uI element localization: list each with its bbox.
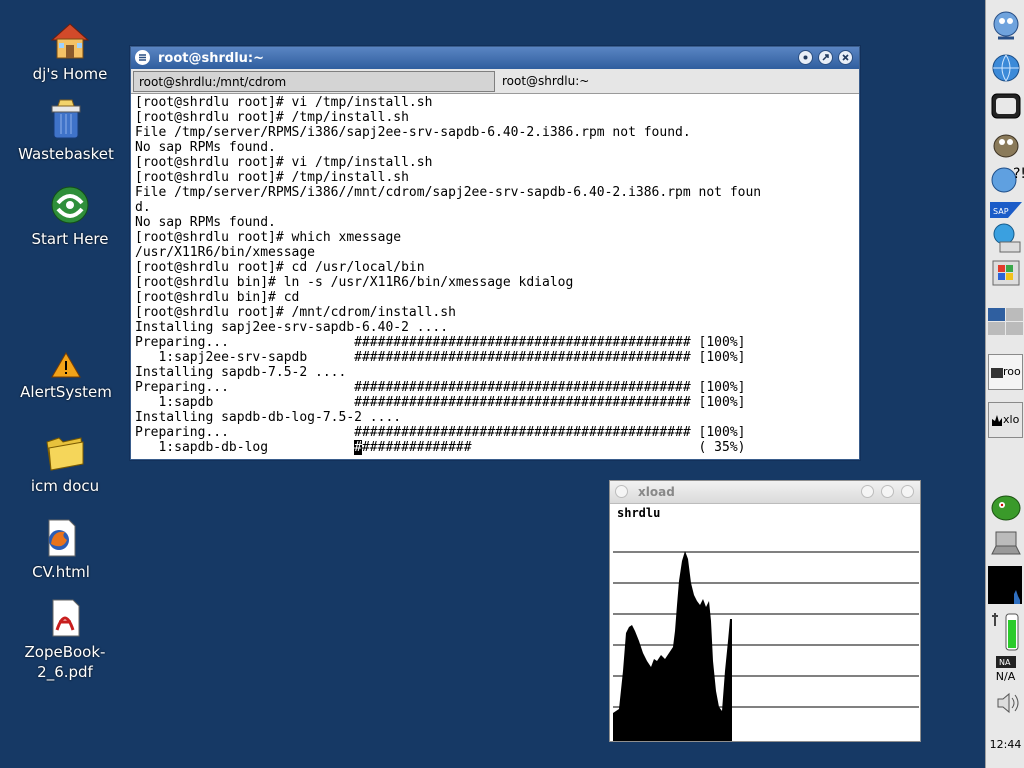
terminal-lines: [root@shrdlu root]# vi /tmp/install.sh [… — [135, 95, 761, 440]
terminal-icon — [991, 368, 1003, 378]
svg-text:SAP: SAP — [993, 207, 1009, 216]
load-histogram — [613, 551, 732, 741]
tab-mnt-cdrom[interactable]: root@shrdlu:/mnt/cdrom — [133, 71, 495, 92]
terminal-line: 1:sapj2ee-srv-sapdb ####################… — [158, 350, 746, 365]
terminal-line: [root@shrdlu root]# vi /tmp/install.sh — [135, 155, 433, 170]
terminal-line: [root@shrdlu root]# vi /tmp/install.sh — [135, 95, 433, 110]
home-icon — [48, 18, 92, 62]
terminal-titlebar[interactable]: root@shrdlu:~ — [131, 47, 859, 69]
desktop-icon-wastebasket[interactable]: Wastebasket — [11, 98, 121, 164]
terminal-line: Installing sapdb-db-log-7.5-2 .... — [135, 410, 402, 425]
gimp-icon[interactable] — [988, 126, 1024, 162]
terminal-output[interactable]: [root@shrdlu root]# vi /tmp/install.sh [… — [135, 95, 857, 456]
volume-icon[interactable] — [988, 690, 1024, 716]
maximize-icon — [822, 54, 829, 61]
tab-home[interactable]: root@shrdlu:~ — [497, 71, 855, 92]
desktop-icon-label: Wastebasket — [18, 145, 114, 163]
xload-window[interactable]: xload shrdlu — [609, 480, 921, 742]
close-icon — [842, 54, 849, 61]
desktop-icon-label: Start Here — [31, 230, 109, 248]
terminal-line: [root@shrdlu bin]# ln -s /usr/X11R6/bin/… — [135, 275, 574, 290]
terminal-line: File /tmp/server/RPMS/i386/sapj2ee-srv-s… — [135, 125, 691, 140]
start-here-icon — [48, 183, 92, 227]
terminal-line: [root@shrdlu root]# which xmessage — [135, 230, 402, 245]
desktop-icon-cv-html[interactable]: CV.html — [6, 516, 116, 582]
desktop-icon-label: ZopeBook- 2_6.pdf — [24, 643, 106, 681]
minimize-button[interactable] — [861, 485, 874, 498]
desktop-icon-alertsystem[interactable]: AlertSystem — [11, 350, 121, 402]
apm-icon: NA — [995, 656, 1016, 668]
taskbar-item-xload[interactable]: xlo — [988, 402, 1023, 438]
terminal-window[interactable]: root@shrdlu:~ root@shrdlu:/mnt/cdrom roo… — [130, 46, 860, 460]
progress-line-rest: ############## ( 35%) — [361, 440, 746, 455]
firefox-html-icon — [39, 516, 83, 560]
windows-icon[interactable] — [988, 256, 1024, 292]
help-icon[interactable]: ?! — [988, 162, 1024, 198]
terminal-line: [root@shrdlu root]# cd /usr/local/bin — [135, 260, 425, 275]
laptop-icon[interactable] — [988, 528, 1024, 564]
desktop-icon-zopebook-pdf[interactable]: ZopeBook- 2_6.pdf — [10, 596, 120, 682]
desktop-icon-label: CV.html — [32, 563, 90, 581]
terminal-line: [root@shrdlu root]# /tmp/install.sh — [135, 170, 409, 185]
desktop-icon-label: icm docu — [30, 477, 100, 495]
terminal-line: No sap RPMs found. — [135, 140, 276, 155]
terminal-cursor: # — [354, 440, 362, 455]
dragon-icon[interactable] — [988, 490, 1024, 526]
desktop-icon-icm-docu[interactable]: icm docu — [10, 430, 120, 496]
terminal-line: [root@shrdlu root]# /mnt/cdrom/install.s… — [135, 305, 456, 320]
window-menu-icon[interactable] — [135, 50, 150, 65]
window-title: xload — [638, 485, 675, 499]
minimize-icon — [803, 55, 808, 60]
desktop-icon-label: dj's Home — [32, 65, 108, 83]
pdf-icon — [43, 596, 87, 640]
cpu-monitor — [988, 566, 1024, 604]
maximize-button[interactable] — [818, 50, 833, 65]
trash-icon — [44, 98, 88, 142]
network-icon[interactable] — [988, 220, 1024, 256]
window-menu-button[interactable] — [615, 485, 628, 498]
close-button[interactable] — [901, 485, 914, 498]
minimize-button[interactable] — [798, 50, 813, 65]
clock[interactable]: 12:44 — [986, 738, 1024, 751]
kde-menu-icon[interactable] — [988, 8, 1024, 44]
terminal-line: Installing sapj2ee-srv-sapdb-6.40-2 .... — [135, 320, 449, 335]
maximize-button[interactable] — [881, 485, 894, 498]
terminal-line: Preparing... ###########################… — [135, 335, 746, 350]
desktop-icon-label: AlertSystem — [20, 383, 112, 401]
xload-icon — [992, 415, 1002, 426]
load-graph — [613, 551, 919, 741]
desktop-pager[interactable] — [988, 308, 1024, 336]
right-panel: ?! SAP roo xlo NA N/A 12:44 — [985, 0, 1024, 768]
terminal-line: Preparing... ###########################… — [135, 380, 746, 395]
xload-hostname: shrdlu — [617, 506, 661, 520]
progress-line-prefix: 1:sapdb-db-log — [135, 440, 355, 455]
xload-titlebar[interactable]: xload — [610, 481, 920, 504]
terminal-line: Preparing... ###########################… — [135, 425, 746, 440]
power-status-label: N/A — [995, 670, 1016, 683]
svg-text:NA: NA — [999, 658, 1011, 667]
taskbar-item-terminal[interactable]: roo — [988, 354, 1023, 390]
terminal-line: [root@shrdlu root]# /tmp/install.sh — [135, 110, 409, 125]
desktop-icon-home[interactable]: dj's Home — [15, 18, 125, 84]
terminal-line: 1:sapdb ################################… — [158, 395, 746, 410]
taskbar-item-label: xlo — [1003, 413, 1020, 426]
terminal-line: /usr/X11R6/bin/xmessage — [135, 245, 316, 260]
battery-icon — [988, 610, 1024, 652]
terminal-line: d. — [135, 200, 151, 215]
svg-text:?!: ?! — [1013, 166, 1024, 182]
terminal-line: No sap RPMs found. — [135, 215, 276, 230]
taskbar-item-label: roo — [1003, 365, 1021, 378]
folder-icon — [43, 430, 87, 474]
close-button[interactable] — [838, 50, 853, 65]
warning-icon — [44, 350, 88, 380]
power-status: NA N/A — [986, 656, 1024, 683]
terminal-line: [root@shrdlu bin]# cd — [135, 290, 300, 305]
terminal-line: Installing sapdb-7.5-2 .... — [135, 365, 347, 380]
terminal-tabbar: root@shrdlu:/mnt/cdrom root@shrdlu:~ — [131, 69, 859, 94]
browser-globe-icon[interactable] — [988, 50, 1024, 86]
window-title: root@shrdlu:~ — [158, 51, 264, 66]
desktop-icon-start-here[interactable]: Start Here — [15, 183, 125, 249]
terminal-launcher-icon[interactable] — [988, 88, 1024, 124]
terminal-line: File /tmp/server/RPMS/i386//mnt/cdrom/sa… — [135, 185, 762, 200]
